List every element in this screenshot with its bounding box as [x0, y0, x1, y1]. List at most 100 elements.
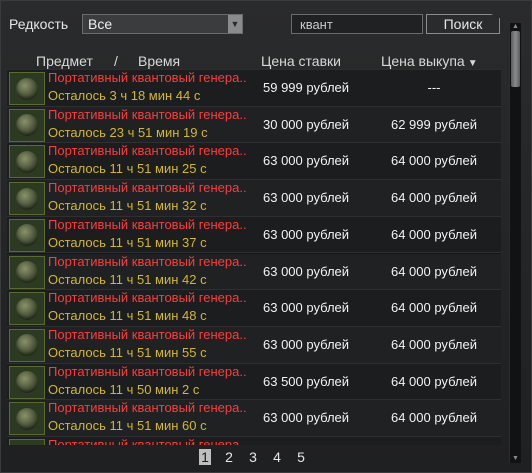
- header-separator: /: [114, 53, 118, 69]
- time-left: Осталось 23 ч 51 мин 19 с: [48, 124, 208, 140]
- quantum-generator-icon: [16, 224, 38, 247]
- item-thumbnail: [9, 402, 45, 436]
- chevron-down-icon[interactable]: ▼: [228, 15, 242, 33]
- pagination: 12345: [199, 449, 307, 467]
- time-left: Осталось 11 ч 51 мин 42 с: [48, 271, 207, 287]
- lot-row[interactable]: Портативный квантовый генера.. Осталось 1…: [7, 290, 501, 327]
- bid-price: 63 000 рублей: [263, 300, 350, 316]
- page-1-link[interactable]: 1: [199, 449, 211, 465]
- time-left: Осталось 11 ч 51 мин 37 с: [48, 234, 207, 250]
- scrollbar[interactable]: ▲ ▼: [509, 23, 521, 463]
- time-left: Осталось 11 ч 51 мин 60 с: [48, 418, 207, 434]
- lot-row[interactable]: Портативный квантовый генера.. Осталось 1…: [7, 326, 501, 364]
- buyout-price: 64 000 рублей: [390, 336, 478, 352]
- item-thumbnail: [9, 328, 45, 362]
- quantum-generator-icon: [16, 261, 38, 283]
- item-thumbnail: [9, 72, 45, 105]
- rarity-select[interactable]: Все ▼: [82, 14, 243, 34]
- time-left: Осталось 11 ч 51 мин 48 с: [48, 308, 207, 324]
- buyout-price: 64 000 рублей: [390, 190, 478, 206]
- lot-row[interactable]: Портативный квантовый генера.. Осталось 1…: [7, 400, 501, 437]
- buyout-price: 64 000 рублей: [390, 226, 478, 242]
- buyout-price: 64 000 рублей: [390, 153, 478, 169]
- bid-price: 63 500 рублей: [263, 373, 350, 389]
- header-bid-price[interactable]: Цена ставки: [261, 53, 341, 69]
- scrollbar-thumb[interactable]: [511, 31, 520, 87]
- lot-row[interactable]: Портативный квантовый генера.. Осталось 3…: [7, 70, 501, 107]
- bid-price: 30 000 рублей: [263, 116, 350, 132]
- buyout-price: 64 000 рублей: [390, 373, 478, 389]
- bid-price: 63 000 рублей: [263, 153, 350, 169]
- lot-list: Портативный квантовый генера.. Осталось 3…: [7, 69, 501, 445]
- buyout-price: 64 000 рублей: [390, 300, 478, 316]
- time-left: Осталось 11 ч 51 мин 32 с: [48, 198, 207, 214]
- buyout-price: 64 000 рублей: [390, 263, 478, 279]
- lot-row[interactable]: Портативный квантовый генера.. Осталось 1…: [7, 180, 501, 217]
- lot-row[interactable]: Портативный квантовый генера.. Осталось 2…: [7, 106, 501, 144]
- item-name: Портативный квантовый генера..: [48, 70, 247, 85]
- bid-price: 59 999 рублей: [263, 80, 350, 95]
- page-5-link[interactable]: 5: [295, 449, 307, 465]
- buyout-price: 64 000 рублей: [390, 410, 478, 426]
- item-name: Портативный квантовый генера..: [48, 290, 247, 306]
- bid-price: 63 000 рублей: [263, 190, 350, 206]
- header-time[interactable]: Время: [138, 53, 180, 69]
- bid-price: 63 000 рублей: [263, 336, 350, 352]
- item-thumbnail: [9, 145, 45, 179]
- item-name: Портативный квантовый генера..: [48, 400, 247, 416]
- rarity-select-value: Все: [88, 16, 113, 32]
- item-name: Портативный квантовый генера..: [48, 363, 247, 379]
- time-left: Осталось 11 ч 51 мин 55 с: [48, 344, 207, 360]
- item-thumbnail: [9, 108, 45, 142]
- item-thumbnail: [9, 365, 45, 399]
- lot-row[interactable]: Портативный квантовый генера.. Осталось 1…: [7, 253, 501, 291]
- item-name: Портативный квантовый генера..: [48, 216, 247, 232]
- item-thumbnail: [9, 255, 45, 289]
- buyout-price: 62 999 рублей: [390, 116, 478, 132]
- lot-row[interactable]: Портативный квантовый генера.. Осталось 1…: [7, 216, 501, 254]
- sort-desc-icon: ▼: [467, 58, 478, 69]
- search-button[interactable]: Поиск: [426, 14, 500, 34]
- item-name: Портативный квантовый генера..: [48, 106, 247, 122]
- item-name: Портативный квантовый генера..: [48, 253, 247, 269]
- time-left: Осталось 11 ч 50 мин 2 с: [48, 381, 200, 397]
- bid-price: 63 000 рублей: [263, 226, 350, 242]
- page-4-link[interactable]: 4: [271, 449, 283, 465]
- item-thumbnail: [9, 182, 45, 216]
- scroll-down-icon[interactable]: ▼: [510, 455, 521, 463]
- item-thumbnail: [9, 292, 45, 326]
- quantum-generator-icon: [16, 371, 38, 394]
- quantum-generator-icon: [16, 187, 38, 210]
- quantum-generator-icon: [16, 297, 38, 320]
- rarity-label: Редкость: [9, 16, 69, 32]
- quantum-generator-icon: [16, 334, 38, 357]
- item-name: Портативный квантовый генера..: [48, 437, 247, 445]
- item-thumbnail: [9, 218, 45, 252]
- quantum-generator-icon: [16, 114, 38, 137]
- item-name: Портативный квантовый генера..: [48, 180, 247, 196]
- time-left: Осталось 11 ч 51 мин 25 с: [48, 161, 207, 177]
- filter-toolbar: Редкость Все ▼ Поиск: [1, 11, 532, 37]
- item-name: Портативный квантовый генера..: [48, 326, 247, 342]
- header-item[interactable]: Предмет: [36, 53, 93, 69]
- bid-price: 63 000 рублей: [263, 263, 350, 279]
- quantum-generator-icon: [16, 150, 38, 173]
- quantum-generator-icon: [16, 407, 38, 430]
- buyout-price: ---: [427, 80, 441, 95]
- quantum-generator-icon: [16, 444, 38, 445]
- header-buyout-price[interactable]: Цена выкупа ▼: [381, 53, 478, 69]
- lot-row[interactable]: Портативный квантовый генера..: [7, 437, 501, 445]
- header-buyout-label: Цена выкупа: [381, 53, 465, 69]
- page-2-link[interactable]: 2: [223, 449, 235, 465]
- search-input[interactable]: [291, 14, 423, 34]
- time-left: Осталось 3 ч 18 мин 44 с: [48, 88, 201, 103]
- page-3-link[interactable]: 3: [247, 449, 259, 465]
- quantum-generator-icon: [16, 77, 38, 100]
- item-name: Портативный квантовый генера..: [48, 143, 247, 159]
- item-thumbnail: [9, 439, 45, 445]
- bid-price: 63 000 рублей: [263, 410, 350, 426]
- auction-window: Редкость Все ▼ Поиск Предмет / Время Цен…: [0, 0, 532, 473]
- lot-row[interactable]: Портативный квантовый генера.. Осталось 1…: [7, 363, 501, 401]
- scroll-up-icon[interactable]: ▲: [510, 23, 521, 31]
- lot-row[interactable]: Портативный квантовый генера.. Осталось 1…: [7, 143, 501, 181]
